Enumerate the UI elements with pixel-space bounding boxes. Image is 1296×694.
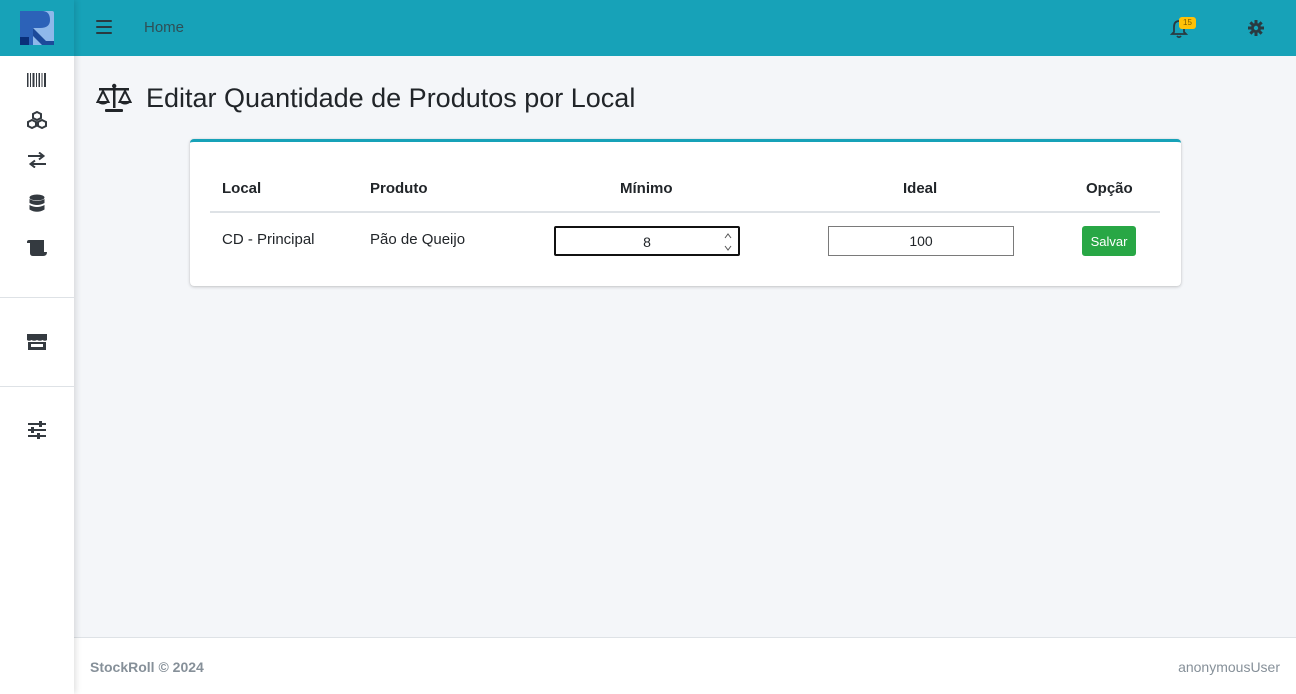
app-logo[interactable] [20, 11, 54, 45]
store-icon [27, 334, 47, 350]
gear-icon[interactable] [1248, 20, 1264, 36]
hamburger-icon[interactable] [96, 20, 112, 34]
sidebar-divider [0, 386, 74, 387]
sidebar-divider [0, 297, 74, 298]
ideal-value: 100 [909, 233, 933, 249]
edit-quantity-card: Local Produto Mínimo Ideal Opção CD - Pr… [190, 139, 1181, 286]
minimo-input[interactable]: 8 [554, 226, 740, 256]
table-header-divider [210, 211, 1160, 213]
save-button[interactable]: Salvar [1082, 226, 1136, 256]
footer-copyright: StockRoll © 2024 [90, 659, 204, 675]
ideal-input[interactable]: 100 [828, 226, 1014, 256]
barcode-icon [27, 73, 46, 87]
top-navbar: Home 15 [74, 0, 1296, 56]
sidebar-item-barcode[interactable] [0, 68, 74, 92]
cell-local: CD - Principal [222, 231, 315, 248]
sidebar-item-transfers[interactable] [0, 148, 74, 172]
sliders-icon [28, 421, 46, 439]
footer-user: anonymousUser [1178, 659, 1280, 675]
database-icon [29, 194, 45, 212]
column-header-produto: Produto [370, 180, 428, 197]
page-header: Editar Quantidade de Produtos por Local [96, 80, 635, 116]
page-title: Editar Quantidade de Produtos por Local [146, 82, 636, 113]
sidebar-item-database[interactable] [0, 192, 74, 216]
cubes-icon [27, 111, 47, 129]
column-header-ideal: Ideal [903, 180, 938, 197]
sidebar-item-reports[interactable] [0, 236, 74, 260]
notification-badge: 15 [1179, 17, 1196, 29]
footer: StockRoll © 2024 anonymousUser [74, 637, 1296, 694]
home-link[interactable]: Home [144, 19, 184, 36]
number-spinner-icon[interactable] [724, 231, 732, 253]
column-header-local: Local [222, 180, 262, 197]
brand-area [0, 0, 74, 56]
sidebar-item-products[interactable] [0, 108, 74, 132]
sidebar [0, 0, 74, 694]
minimo-value: 8 [643, 234, 651, 250]
cell-produto: Pão de Queijo [370, 231, 466, 248]
balance-scale-icon [96, 83, 132, 112]
column-header-opcao: Opção [1086, 180, 1133, 197]
sidebar-item-store[interactable] [0, 330, 74, 354]
exchange-arrows-icon [28, 152, 46, 168]
sidebar-item-settings[interactable] [0, 418, 74, 442]
scroll-icon [27, 240, 47, 256]
column-header-minimo: Mínimo [620, 180, 673, 197]
